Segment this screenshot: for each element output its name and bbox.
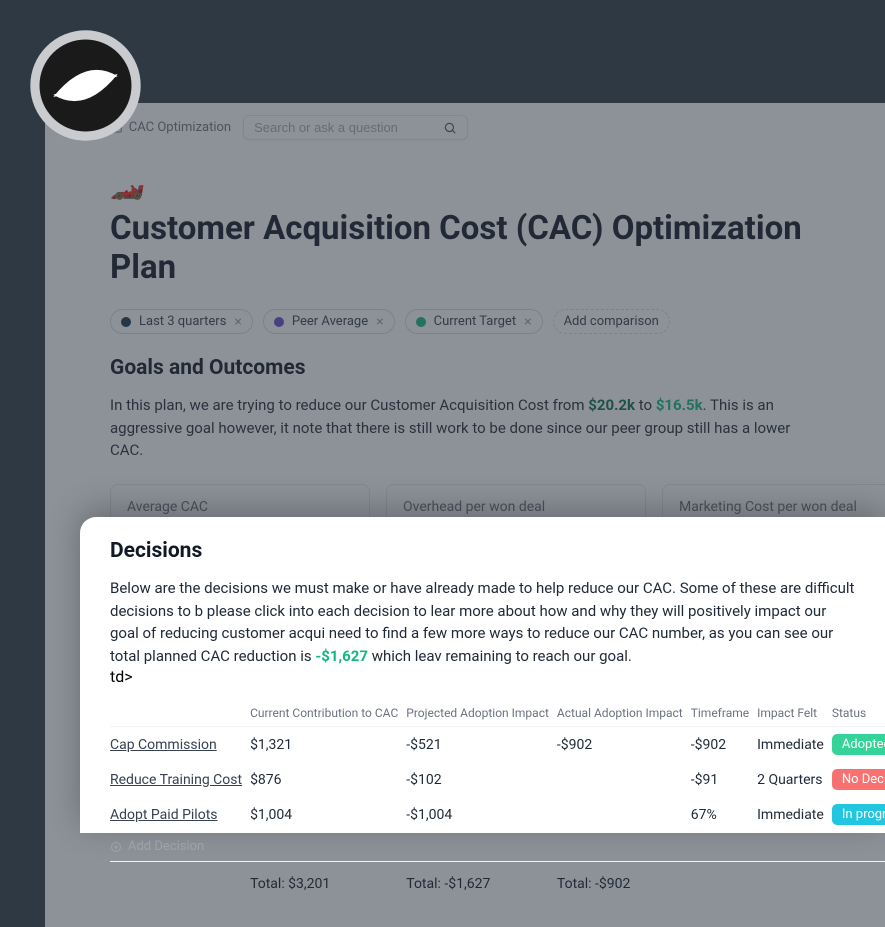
status-label: No Decision	[842, 772, 885, 787]
page-title: Customer Acquisition Cost (CAC) Optimiza…	[110, 209, 820, 287]
decision-impact: Immediate	[757, 797, 832, 832]
decisions-panel: Decisions Below are the decisions we mus…	[80, 517, 885, 833]
decision-projected: -$1,004	[406, 797, 557, 832]
goal-to-value: $16.5k	[656, 396, 703, 414]
metric-label: Average CAC	[127, 499, 353, 515]
goals-text-b: to	[635, 396, 656, 414]
goal-from-value: $20.2k	[588, 396, 635, 414]
col-actual: Actual Adoption Impact	[557, 700, 691, 727]
decision-impact: 2 Quarters	[757, 762, 832, 797]
status-label: In progress	[842, 807, 885, 822]
chip-last-3-quarters[interactable]: Last 3 quarters ×	[110, 309, 253, 334]
decision-name[interactable]: Cap Commission	[110, 727, 250, 763]
goals-text-a: In this plan, we are trying to reduce ou…	[110, 396, 588, 414]
decision-status: In progress	[832, 797, 885, 832]
decision-timeframe: -$902	[691, 727, 757, 763]
decision-name[interactable]: Adopt Paid Pilots	[110, 797, 250, 832]
decision-timeframe: -$91	[691, 762, 757, 797]
decisions-table: Current Contribution to CAC Projected Ad…	[110, 700, 885, 899]
total-actual: Total: -$902	[557, 862, 691, 900]
app-frame: ns › CAC Optimization 🏎️ Customer Acquis…	[0, 0, 885, 927]
status-badge-no-decision[interactable]: No Decision	[832, 769, 885, 790]
chip-label: Last 3 quarters	[139, 314, 226, 329]
chip-dot-icon	[121, 317, 131, 327]
status-badge-adopted[interactable]: Adopted	[832, 734, 885, 755]
search-input[interactable]	[254, 120, 437, 135]
chip-dot-icon	[274, 317, 284, 327]
table-row[interactable]: Cap Commission $1,321 -$521 -$902 -$902 …	[110, 727, 885, 763]
page-emoji: 🏎️	[110, 168, 820, 201]
close-icon[interactable]: ×	[234, 315, 241, 329]
col-impact: Impact Felt	[757, 700, 832, 727]
col-projected: Projected Adoption Impact	[406, 700, 557, 727]
decisions-paragraph: Below are the decisions we must make or …	[110, 577, 855, 667]
decisions-heading: Decisions	[110, 539, 855, 563]
metric-label: Marketing Cost per won deal	[679, 499, 885, 515]
search-box[interactable]	[243, 115, 468, 140]
col-name	[110, 700, 250, 727]
chip-label: Peer Average	[292, 314, 368, 329]
table-row[interactable]: Reduce Training Cost$876 -$102 -$91 2 Qu…	[110, 762, 885, 797]
logo-icon	[28, 28, 143, 143]
decision-status: Adopted	[832, 727, 885, 763]
decision-projected: -$521	[406, 727, 557, 763]
col-status: Status	[832, 700, 885, 727]
decision-name[interactable]: Reduce Training Cost	[110, 762, 250, 797]
add-decision-row[interactable]: Add Decision	[110, 832, 885, 862]
decision-status: No Decision	[832, 762, 885, 797]
close-icon[interactable]: ×	[524, 315, 531, 329]
status-label: Adopted	[842, 737, 885, 752]
close-icon[interactable]: ×	[376, 315, 383, 329]
decision-impact: Immediate	[757, 727, 832, 763]
decision-actual: -$902	[557, 727, 691, 763]
comparison-chips: Last 3 quarters × Peer Average × Current…	[110, 309, 820, 334]
total-projected: Total: -$1,627	[406, 862, 557, 900]
totals-row: Total: $3,201 Total: -$1,627 Total: -$90…	[110, 862, 885, 900]
decision-current: $1,004	[250, 797, 406, 832]
col-timeframe: Timeframe	[691, 700, 757, 727]
chip-label: Current Target	[434, 314, 516, 329]
decisions-highlight-amount: -$1,627	[315, 647, 368, 665]
goals-paragraph: In this plan, we are trying to reduce ou…	[110, 394, 820, 462]
col-current: Current Contribution to CAC	[250, 700, 406, 727]
decision-actual	[557, 797, 691, 832]
table-header-row: Current Contribution to CAC Projected Ad…	[110, 700, 885, 727]
table-row[interactable]: Adopt Paid Pilots $1,004 -$1,004 67% Imm…	[110, 797, 885, 832]
add-decision-label: Add Decision	[128, 839, 204, 854]
add-decision-cell[interactable]: Add Decision	[110, 832, 885, 862]
decision-timeframe: 67%	[691, 797, 757, 832]
metric-label: Overhead per won deal	[403, 499, 629, 515]
decisions-text-b: which leav remaining to reach our goal.	[368, 647, 632, 665]
app-logo	[28, 28, 143, 143]
decision-projected: -$102	[406, 762, 557, 797]
breadcrumb-folder[interactable]: CAC Optimization	[129, 120, 231, 135]
add-comparison-button[interactable]: Add comparison	[553, 309, 670, 334]
goals-heading: Goals and Outcomes	[110, 356, 820, 380]
decision-current: $1,321	[250, 727, 406, 763]
topbar: ns › CAC Optimization	[45, 103, 885, 152]
chip-dot-icon	[416, 317, 426, 327]
search-icon[interactable]	[443, 121, 457, 135]
plus-icon	[110, 841, 122, 853]
decision-current: $876	[250, 762, 406, 797]
chip-peer-average[interactable]: Peer Average ×	[263, 309, 395, 334]
decision-actual	[557, 762, 691, 797]
status-badge-in-progress[interactable]: In progress	[832, 804, 885, 825]
add-comparison-label: Add comparison	[564, 314, 659, 329]
total-current: Total: $3,201	[250, 862, 406, 900]
chip-current-target[interactable]: Current Target ×	[405, 309, 543, 334]
